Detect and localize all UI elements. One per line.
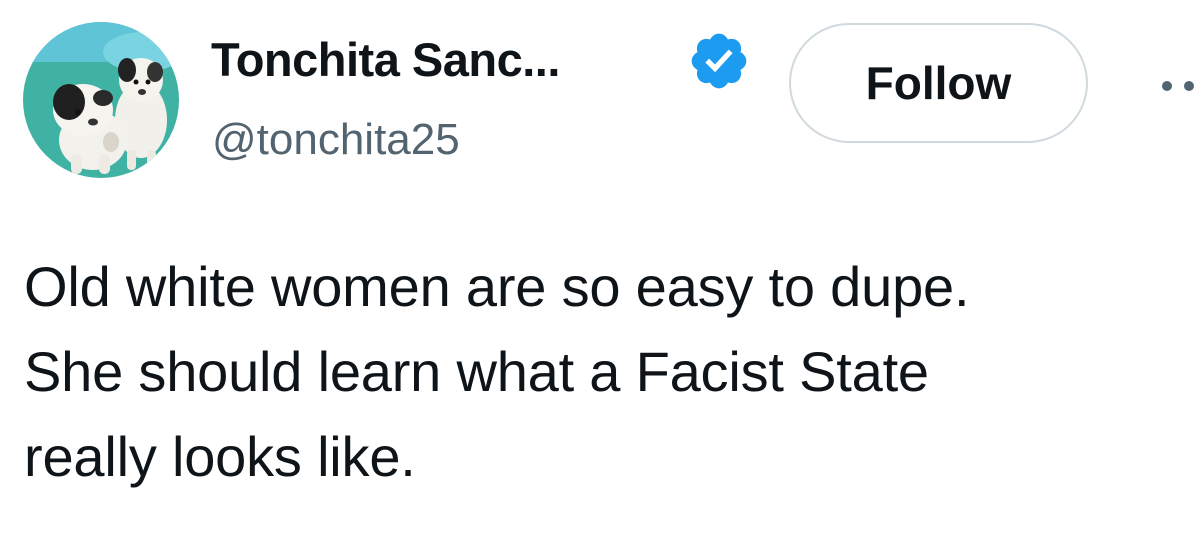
tweet-text: Old white women are so easy to dupe. She… [24, 255, 970, 488]
follow-button[interactable]: Follow [789, 23, 1088, 143]
author-display-name[interactable]: Tonchita Sanc... [211, 36, 560, 83]
author-avatar[interactable] [23, 22, 179, 178]
tweet-card: Tonchita Sanc... @tonchita25 Follow Old … [0, 0, 1200, 541]
verified-badge-icon[interactable] [687, 29, 751, 93]
author-handle[interactable]: @tonchita25 [212, 118, 460, 162]
puppies-avatar-image [23, 22, 179, 178]
more-options-icon[interactable] [1158, 78, 1200, 94]
